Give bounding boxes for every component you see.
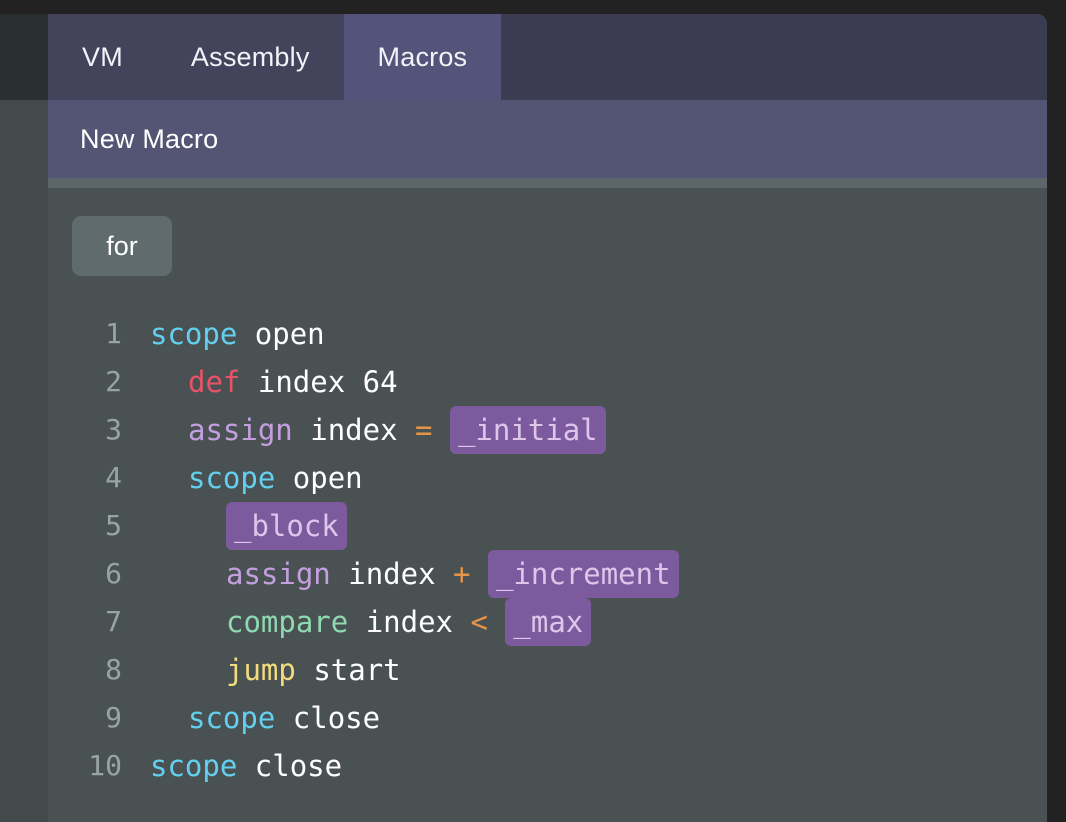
code-token: close bbox=[293, 701, 380, 735]
line-number: 7 bbox=[48, 598, 122, 646]
code-token bbox=[240, 365, 257, 399]
line-content: scope close bbox=[122, 694, 380, 742]
code-token: scope bbox=[188, 461, 275, 495]
code-token bbox=[296, 653, 313, 687]
code-token bbox=[345, 365, 362, 399]
tab-bar-filler bbox=[501, 14, 1047, 100]
code-token bbox=[275, 461, 292, 495]
line-content: compare index < _max bbox=[122, 598, 591, 646]
macro-slot[interactable]: _block bbox=[226, 502, 347, 550]
macro-name-chip-label: for bbox=[106, 231, 138, 262]
code-token: index bbox=[310, 413, 397, 447]
code-token: + bbox=[453, 557, 470, 591]
tab-macros[interactable]: Macros bbox=[344, 14, 502, 100]
code-token bbox=[293, 413, 310, 447]
macro-name-chip[interactable]: for bbox=[72, 216, 172, 276]
code-token: assign bbox=[188, 413, 293, 447]
code-token: def bbox=[188, 365, 240, 399]
line-number: 6 bbox=[48, 550, 122, 598]
code-token bbox=[453, 605, 470, 639]
code-line[interactable]: 9scope close bbox=[48, 694, 1047, 742]
code-token bbox=[275, 701, 292, 735]
line-number: 9 bbox=[48, 694, 122, 742]
tab-vm[interactable]: VM bbox=[48, 14, 157, 100]
line-content: def index 64 bbox=[122, 358, 398, 406]
macro-subheader: New Macro bbox=[48, 100, 1047, 178]
left-gutter-bottom bbox=[0, 100, 48, 822]
line-number: 3 bbox=[48, 406, 122, 454]
code-token: < bbox=[470, 605, 487, 639]
code-token bbox=[488, 605, 505, 639]
line-content: _block bbox=[122, 502, 347, 550]
code-token: scope bbox=[150, 317, 237, 351]
macro-name-row: for bbox=[48, 188, 1047, 276]
code-line[interactable]: 4scope open bbox=[48, 454, 1047, 502]
left-gutter-top bbox=[0, 14, 48, 100]
code-token bbox=[436, 557, 453, 591]
code-token: scope bbox=[150, 749, 237, 783]
code-token: compare bbox=[226, 605, 348, 639]
tab-bar: VM Assembly Macros bbox=[48, 14, 1047, 100]
line-number: 5 bbox=[48, 502, 122, 550]
macro-slot[interactable]: _initial bbox=[450, 406, 606, 454]
tab-macros-label: Macros bbox=[378, 42, 468, 73]
tab-vm-label: VM bbox=[82, 42, 123, 73]
tab-assembly[interactable]: Assembly bbox=[157, 14, 344, 100]
line-number: 10 bbox=[48, 742, 122, 790]
code-token: 64 bbox=[363, 365, 398, 399]
macro-editor: for 1scope open2def index 643assign inde… bbox=[48, 188, 1047, 822]
line-content: scope open bbox=[122, 310, 325, 358]
code-line[interactable]: 10scope close bbox=[48, 742, 1047, 790]
code-line[interactable]: 7compare index < _max bbox=[48, 598, 1047, 646]
code-line[interactable]: 1scope open bbox=[48, 310, 1047, 358]
code-token bbox=[432, 413, 449, 447]
line-number: 2 bbox=[48, 358, 122, 406]
code-token: scope bbox=[188, 701, 275, 735]
code-line[interactable]: 3assign index = _initial bbox=[48, 406, 1047, 454]
line-content: scope close bbox=[122, 742, 342, 790]
code-token bbox=[331, 557, 348, 591]
code-token bbox=[348, 605, 365, 639]
code-token bbox=[237, 317, 254, 351]
line-number: 4 bbox=[48, 454, 122, 502]
line-number: 1 bbox=[48, 310, 122, 358]
line-content: assign index + _increment bbox=[122, 550, 679, 598]
macros-panel: VM Assembly Macros New Macro for 1scope … bbox=[48, 14, 1047, 822]
macro-slot[interactable]: _increment bbox=[488, 550, 679, 598]
macro-slot[interactable]: _max bbox=[505, 598, 591, 646]
code-token: index bbox=[366, 605, 453, 639]
code-line[interactable]: 8jump start bbox=[48, 646, 1047, 694]
line-content: assign index = _initial bbox=[122, 406, 606, 454]
code-token: = bbox=[415, 413, 432, 447]
header-divider bbox=[48, 178, 1047, 188]
code-token bbox=[398, 413, 415, 447]
code-token: open bbox=[293, 461, 363, 495]
code-token: index bbox=[348, 557, 435, 591]
code-token bbox=[237, 749, 254, 783]
line-number: 8 bbox=[48, 646, 122, 694]
code-line[interactable]: 5 _block bbox=[48, 502, 1047, 550]
code-token: close bbox=[255, 749, 342, 783]
code-line[interactable]: 2def index 64 bbox=[48, 358, 1047, 406]
line-content: scope open bbox=[122, 454, 363, 502]
line-content: jump start bbox=[122, 646, 401, 694]
code-token: start bbox=[313, 653, 400, 687]
code-token: jump bbox=[226, 653, 296, 687]
code-token: index bbox=[258, 365, 345, 399]
app-window: VM Assembly Macros New Macro for 1scope … bbox=[0, 0, 1066, 822]
code-line[interactable]: 6assign index + _increment bbox=[48, 550, 1047, 598]
tab-assembly-label: Assembly bbox=[191, 42, 310, 73]
code-token: assign bbox=[226, 557, 331, 591]
code-token: open bbox=[255, 317, 325, 351]
code-token bbox=[470, 557, 487, 591]
page-title: New Macro bbox=[80, 124, 218, 155]
code-listing[interactable]: 1scope open2def index 643assign index = … bbox=[48, 310, 1047, 790]
